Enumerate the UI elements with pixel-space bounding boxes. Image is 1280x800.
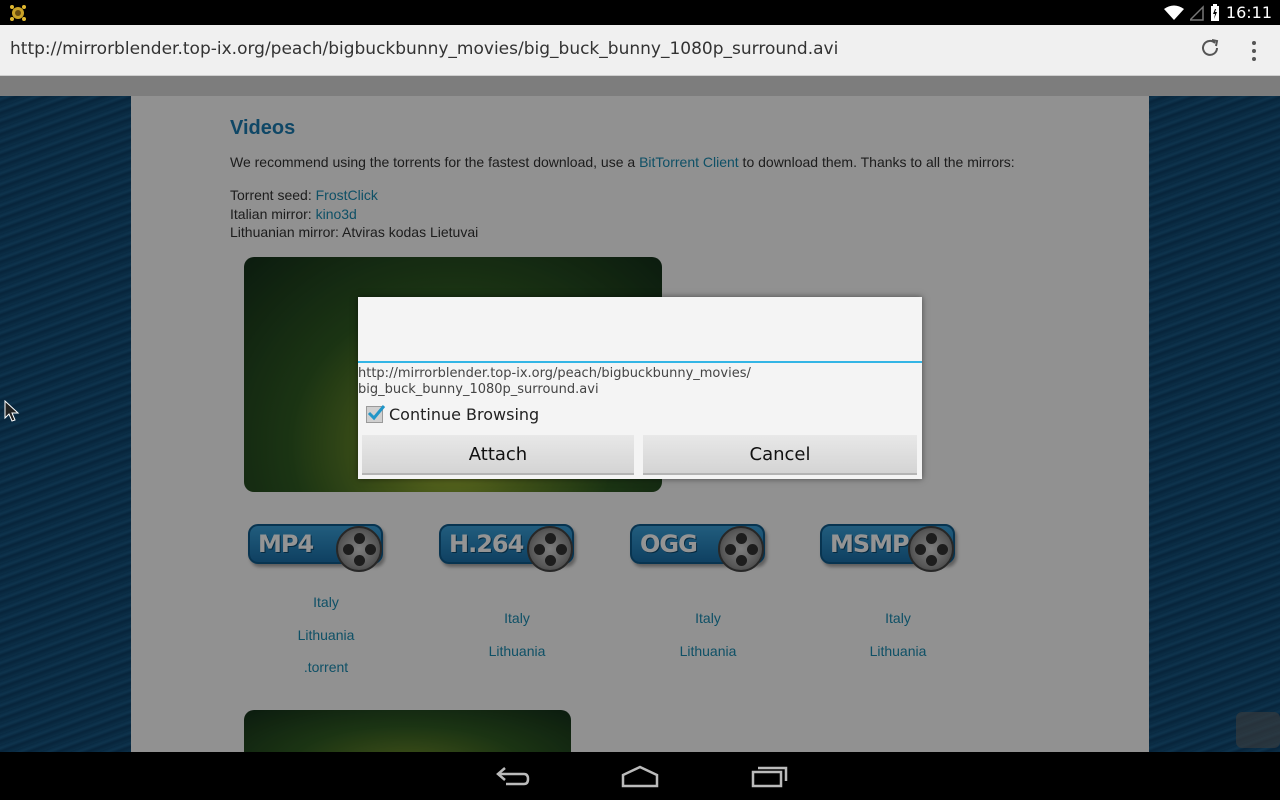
dialog-message-line: http://mirrorblender.top-ix.org/peach/bi…	[358, 366, 751, 381]
navigation-bar	[0, 752, 1280, 800]
continue-browsing-checkbox[interactable]: Continue Browsing	[366, 405, 539, 424]
attach-button[interactable]: Attach	[362, 435, 634, 475]
clock: 16:11	[1225, 3, 1272, 22]
url-field[interactable]: http://mirrorblender.top-ix.org/peach/bi…	[10, 39, 838, 59]
wifi-icon	[1163, 5, 1184, 20]
home-icon[interactable]	[620, 762, 660, 790]
checkmark-icon	[367, 405, 386, 421]
checkbox-label: Continue Browsing	[389, 405, 540, 424]
notification-app-icon	[10, 5, 26, 21]
dialog-title-area	[358, 297, 922, 363]
page-control-icon	[1236, 712, 1280, 748]
dialog-message-line: big_buck_bunny_1080p_surround.avi	[358, 382, 599, 397]
signal-icon	[1189, 4, 1204, 21]
overflow-menu-icon[interactable]	[1244, 39, 1264, 63]
dialog-message: http://mirrorblender.top-ix.org/peach/bi…	[358, 366, 922, 398]
cancel-button[interactable]: Cancel	[643, 435, 917, 475]
checkbox-box[interactable]	[366, 405, 386, 423]
back-icon[interactable]	[492, 762, 532, 790]
status-bar: 16:11	[0, 0, 1280, 25]
reload-icon[interactable]	[1200, 38, 1220, 58]
battery-icon	[1210, 3, 1219, 21]
url-bar: http://mirrorblender.top-ix.org/peach/bi…	[0, 25, 1280, 76]
attach-dialog: http://mirrorblender.top-ix.org/peach/bi…	[358, 297, 922, 479]
recent-apps-icon[interactable]	[749, 762, 789, 790]
mouse-cursor-icon	[4, 400, 20, 422]
